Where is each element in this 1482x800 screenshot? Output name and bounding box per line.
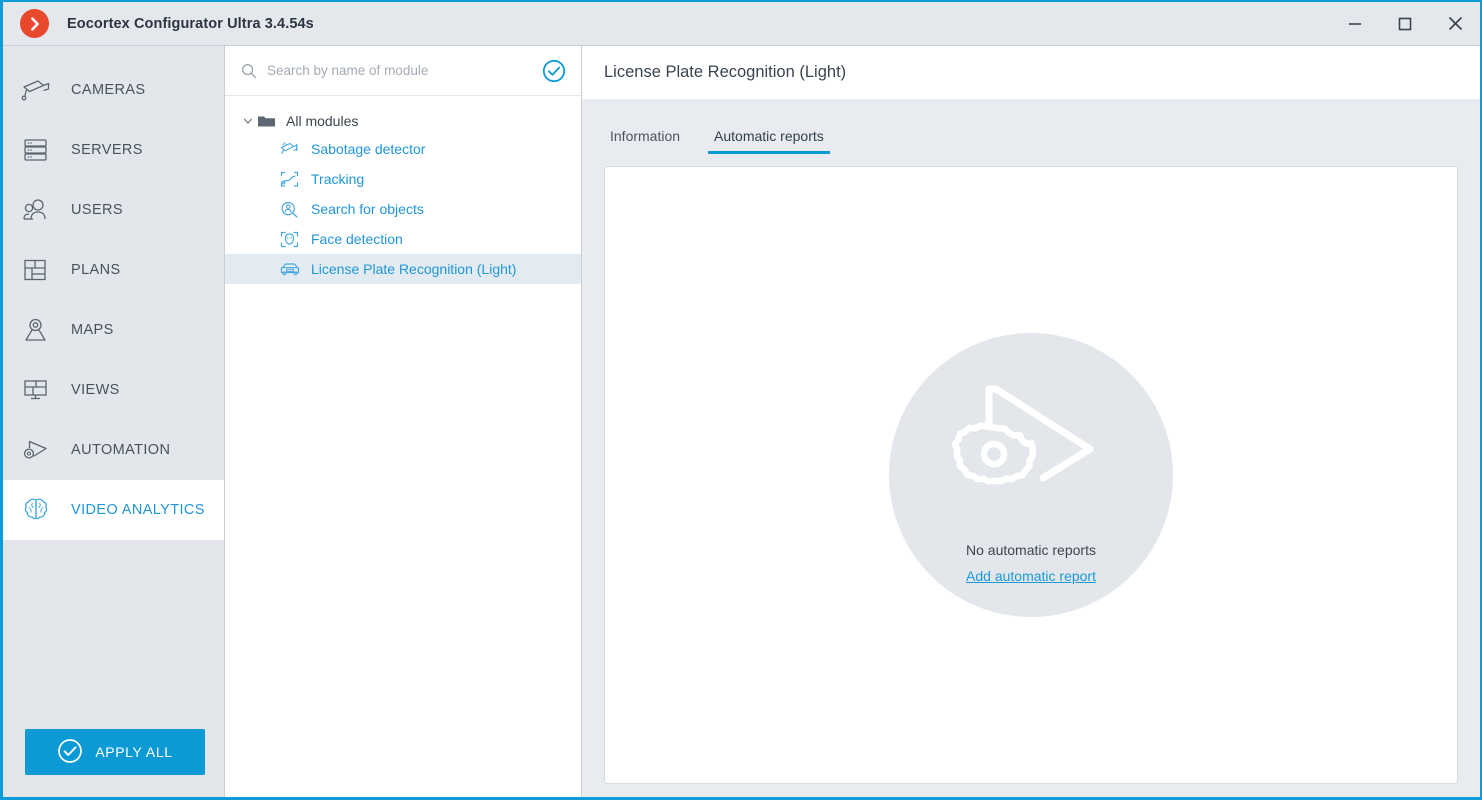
tracking-icon (280, 171, 301, 188)
tab-information[interactable]: Information (604, 128, 686, 154)
tree-item-label: Sabotage detector (311, 141, 426, 157)
sidebar-item-video-analytics[interactable]: VIDEO ANALYTICS (3, 480, 224, 540)
sidebar-item-label: PLANS (71, 262, 121, 278)
page-title: License Plate Recognition (Light) (604, 63, 847, 81)
sidebar: CAMERAS SERVERS USERS PLANS MAPS VIEWS A… (3, 46, 225, 797)
empty-state-message: No automatic reports (966, 542, 1096, 558)
map-pin-icon (21, 313, 59, 347)
maximize-icon (1398, 17, 1412, 30)
tree-item-sabotage-detector[interactable]: Sabotage detector (225, 134, 581, 164)
sidebar-item-label: MAPS (71, 322, 114, 338)
module-tree: All modules Sabotage detector Tracking S… (225, 96, 581, 284)
maximize-button[interactable] (1380, 2, 1430, 45)
module-tree-panel: All modules Sabotage detector (225, 46, 582, 797)
automatic-reports-panel: No automatic reports Add automatic repor… (604, 166, 1458, 784)
camera-icon (21, 73, 59, 107)
close-button[interactable] (1430, 2, 1480, 45)
tree-item-face-detection[interactable]: Face detection (225, 224, 581, 254)
tree-root-all-modules[interactable]: All modules (225, 108, 581, 134)
sidebar-item-label: AUTOMATION (71, 442, 171, 458)
tree-item-license-plate-recognition-light[interactable]: License Plate Recognition (Light) (225, 254, 581, 284)
sidebar-item-maps[interactable]: MAPS (3, 300, 224, 360)
window-title: Eocortex Configurator Ultra 3.4.54s (67, 15, 314, 32)
search-input[interactable] (267, 63, 541, 78)
title-bar: Eocortex Configurator Ultra 3.4.54s (3, 2, 1480, 46)
sidebar-item-label: SERVERS (71, 142, 143, 158)
brain-icon (21, 493, 59, 527)
apply-all-label: APPLY ALL (95, 744, 173, 760)
search-confirm-button[interactable] (541, 59, 567, 83)
sidebar-item-cameras[interactable]: CAMERAS (3, 60, 224, 120)
views-grid-icon (21, 373, 59, 407)
apply-all-button[interactable]: APPLY ALL (25, 729, 205, 775)
app-logo (20, 9, 49, 38)
folder-icon (257, 113, 279, 129)
apply-all-container: APPLY ALL (25, 729, 205, 775)
sidebar-item-users[interactable]: USERS (3, 180, 224, 240)
check-circle-icon (57, 738, 83, 767)
servers-icon (21, 133, 59, 167)
chevron-right-circle-icon (20, 9, 49, 38)
automation-gear-play-icon (21, 433, 59, 467)
search-objects-icon (280, 201, 301, 218)
module-search-row (225, 46, 581, 96)
sidebar-nav-list: CAMERAS SERVERS USERS PLANS MAPS VIEWS A… (3, 46, 224, 540)
sidebar-item-servers[interactable]: SERVERS (3, 120, 224, 180)
sabotage-detector-icon (280, 141, 301, 158)
sidebar-item-views[interactable]: VIEWS (3, 360, 224, 420)
main-area: License Plate Recognition (Light) Inform… (582, 46, 1480, 797)
tab-label: Information (610, 128, 681, 144)
sidebar-item-automation[interactable]: AUTOMATION (3, 420, 224, 480)
sidebar-item-label: CAMERAS (71, 82, 146, 98)
tab-label: Automatic reports (714, 128, 824, 144)
main-header: License Plate Recognition (Light) (582, 46, 1480, 99)
automation-gear-play-icon (944, 365, 1119, 530)
minimize-icon (1349, 22, 1361, 25)
sidebar-item-label: USERS (71, 202, 123, 218)
chevron-down-icon[interactable] (239, 115, 257, 127)
search-icon (241, 63, 259, 79)
license-plate-icon (280, 262, 301, 277)
minimize-button[interactable] (1330, 2, 1380, 45)
sidebar-item-label: VIDEO ANALYTICS (71, 502, 205, 518)
tree-root-label: All modules (286, 113, 359, 129)
window-controls (1330, 2, 1480, 45)
empty-state: No automatic reports Add automatic repor… (889, 333, 1173, 617)
users-icon (21, 193, 59, 227)
tree-item-label: Tracking (311, 171, 365, 187)
tree-item-search-for-objects[interactable]: Search for objects (225, 194, 581, 224)
tree-item-label: License Plate Recognition (Light) (311, 261, 517, 277)
sidebar-item-label: VIEWS (71, 382, 120, 398)
sidebar-item-plans[interactable]: PLANS (3, 240, 224, 300)
add-automatic-report-link[interactable]: Add automatic report (966, 568, 1096, 584)
plans-icon (21, 253, 59, 287)
app-window: Eocortex Configurator Ultra 3.4.54s CAME… (0, 0, 1482, 800)
close-icon (1448, 16, 1462, 31)
tree-item-label: Search for objects (311, 201, 424, 217)
tab-bar: Information Automatic reports (582, 99, 1480, 154)
tab-automatic-reports[interactable]: Automatic reports (708, 128, 830, 154)
tree-item-label: Face detection (311, 231, 403, 247)
tree-item-tracking[interactable]: Tracking (225, 164, 581, 194)
face-detection-icon (280, 231, 301, 248)
